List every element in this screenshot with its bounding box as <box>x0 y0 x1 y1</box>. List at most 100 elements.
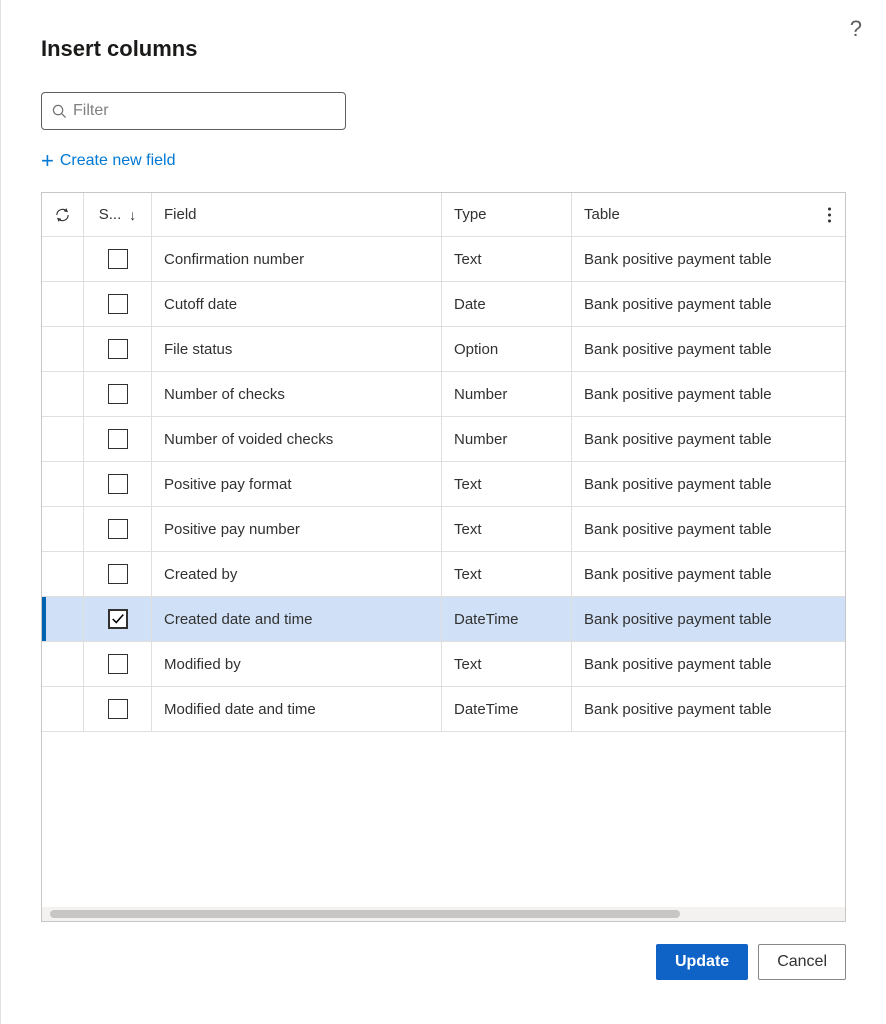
row-type-cell: DateTime <box>442 597 572 641</box>
row-checkbox[interactable] <box>108 249 128 269</box>
table-row[interactable]: Confirmation numberTextBank positive pay… <box>42 237 845 282</box>
row-table-cell: Bank positive payment table <box>572 507 845 551</box>
row-table-cell: Bank positive payment table <box>572 597 845 641</box>
row-gutter <box>46 372 84 416</box>
grid-body: Confirmation numberTextBank positive pay… <box>42 237 845 907</box>
row-select-cell[interactable] <box>84 687 152 731</box>
column-header-field[interactable]: Field <box>152 193 442 236</box>
row-field-cell: Modified date and time <box>152 687 442 731</box>
row-field-cell: Positive pay format <box>152 462 442 506</box>
row-checkbox[interactable] <box>108 519 128 539</box>
row-gutter <box>46 462 84 506</box>
grid-header: S... ↓ Field Type Table <box>42 193 845 237</box>
dialog-footer: Update Cancel <box>41 922 846 1004</box>
table-row[interactable]: Created date and timeDateTimeBank positi… <box>42 597 845 642</box>
row-type-cell: Text <box>442 507 572 551</box>
row-table-cell: Bank positive payment table <box>572 282 845 326</box>
filter-field[interactable] <box>41 92 346 130</box>
row-checkbox[interactable] <box>108 339 128 359</box>
row-select-cell[interactable] <box>84 372 152 416</box>
row-select-cell[interactable] <box>84 282 152 326</box>
cancel-button[interactable]: Cancel <box>758 944 846 980</box>
create-new-field-link[interactable]: + Create new field <box>41 150 846 172</box>
table-row[interactable]: Number of voided checksNumberBank positi… <box>42 417 845 462</box>
table-row[interactable]: Number of checksNumberBank positive paym… <box>42 372 845 417</box>
row-select-cell[interactable] <box>84 237 152 281</box>
row-table-cell: Bank positive payment table <box>572 687 845 731</box>
row-type-cell: Text <box>442 462 572 506</box>
row-checkbox[interactable] <box>108 699 128 719</box>
row-select-cell[interactable] <box>84 462 152 506</box>
row-checkbox[interactable] <box>108 429 128 449</box>
row-select-cell[interactable] <box>84 417 152 461</box>
row-type-cell: Text <box>442 642 572 686</box>
help-icon[interactable]: ? <box>850 16 862 42</box>
create-new-field-label: Create new field <box>60 152 176 170</box>
dialog-title: Insert columns <box>41 36 846 62</box>
row-select-cell[interactable] <box>84 507 152 551</box>
row-field-cell: Number of checks <box>152 372 442 416</box>
row-table-cell: Bank positive payment table <box>572 237 845 281</box>
row-checkbox[interactable] <box>108 654 128 674</box>
row-type-cell: DateTime <box>442 687 572 731</box>
table-row[interactable]: Modified byTextBank positive payment tab… <box>42 642 845 687</box>
fields-grid: S... ↓ Field Type Table Confirmation num… <box>41 192 846 922</box>
row-field-cell: Number of voided checks <box>152 417 442 461</box>
row-gutter <box>46 597 84 641</box>
insert-columns-dialog: ? Insert columns + Create new field S...… <box>1 0 886 1024</box>
row-select-cell[interactable] <box>84 642 152 686</box>
grid-more-icon[interactable] <box>824 203 835 226</box>
row-type-cell: Text <box>442 552 572 596</box>
row-gutter <box>46 327 84 371</box>
column-header-type[interactable]: Type <box>442 193 572 236</box>
table-row[interactable]: Positive pay numberTextBank positive pay… <box>42 507 845 552</box>
row-field-cell: Created by <box>152 552 442 596</box>
row-gutter <box>46 507 84 551</box>
row-field-cell: Modified by <box>152 642 442 686</box>
row-select-cell[interactable] <box>84 327 152 371</box>
row-type-cell: Text <box>442 237 572 281</box>
row-checkbox[interactable] <box>108 474 128 494</box>
row-type-cell: Date <box>442 282 572 326</box>
column-header-select-label: S... <box>99 206 122 223</box>
search-icon <box>52 104 67 119</box>
row-table-cell: Bank positive payment table <box>572 462 845 506</box>
row-type-cell: Number <box>442 372 572 416</box>
row-gutter <box>46 552 84 596</box>
row-table-cell: Bank positive payment table <box>572 642 845 686</box>
row-gutter <box>46 237 84 281</box>
column-header-table[interactable]: Table <box>572 193 845 236</box>
row-gutter <box>46 642 84 686</box>
table-row[interactable]: Modified date and timeDateTimeBank posit… <box>42 687 845 732</box>
table-row[interactable]: Cutoff dateDateBank positive payment tab… <box>42 282 845 327</box>
row-checkbox[interactable] <box>108 564 128 584</box>
scrollbar-thumb[interactable] <box>50 910 680 918</box>
row-type-cell: Option <box>442 327 572 371</box>
row-checkbox[interactable] <box>108 294 128 314</box>
row-field-cell: File status <box>152 327 442 371</box>
row-field-cell: Confirmation number <box>152 237 442 281</box>
row-field-cell: Created date and time <box>152 597 442 641</box>
filter-input[interactable] <box>73 102 335 120</box>
row-gutter <box>46 687 84 731</box>
column-header-select[interactable]: S... ↓ <box>84 193 152 236</box>
refresh-header[interactable] <box>42 193 84 236</box>
table-row[interactable]: File statusOptionBank positive payment t… <box>42 327 845 372</box>
row-table-cell: Bank positive payment table <box>572 552 845 596</box>
horizontal-scrollbar[interactable] <box>42 907 845 921</box>
table-row[interactable]: Created byTextBank positive payment tabl… <box>42 552 845 597</box>
row-select-cell[interactable] <box>84 552 152 596</box>
check-icon <box>111 612 125 626</box>
row-field-cell: Positive pay number <box>152 507 442 551</box>
update-button[interactable]: Update <box>656 944 748 980</box>
row-select-cell[interactable] <box>84 597 152 641</box>
row-type-cell: Number <box>442 417 572 461</box>
row-table-cell: Bank positive payment table <box>572 372 845 416</box>
table-row[interactable]: Positive pay formatTextBank positive pay… <box>42 462 845 507</box>
row-checkbox[interactable] <box>108 384 128 404</box>
row-gutter <box>46 282 84 326</box>
row-checkbox[interactable] <box>108 609 128 629</box>
plus-icon: + <box>41 150 54 172</box>
row-field-cell: Cutoff date <box>152 282 442 326</box>
sort-down-icon: ↓ <box>129 207 136 223</box>
